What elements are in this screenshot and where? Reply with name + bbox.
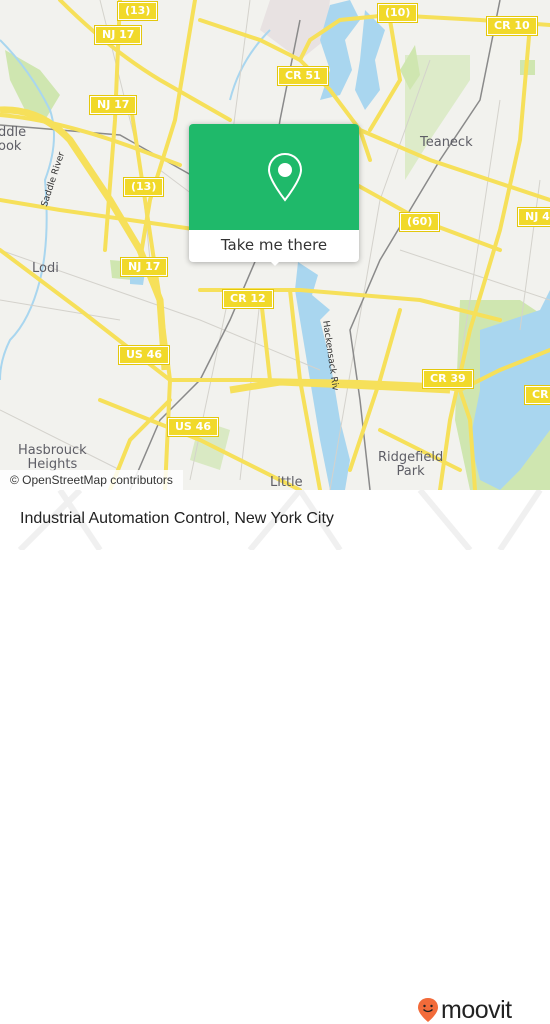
moovit-wordmark: moovit — [441, 996, 512, 1024]
road-shield-cr1: CR 1 — [523, 385, 550, 405]
moovit-face-icon — [418, 998, 438, 1022]
place-label-hasbrouck-heights: Hasbrouck Heights — [18, 443, 87, 472]
place-label-saddle-brook: ddle ook — [0, 125, 27, 154]
road-shield-cr39: CR 39 — [422, 369, 474, 389]
map[interactable]: (13) (10) CR 10 NJ 17 NJ 17 CR 51 (13) (… — [0, 0, 550, 490]
road-shield-cr10: CR 10 — [486, 16, 538, 36]
place-label-lodi: Lodi — [32, 261, 59, 276]
location-popup: Take me there — [189, 124, 359, 266]
location-title: Industrial Automation Control, New York … — [20, 510, 334, 527]
popup-header — [189, 124, 359, 230]
road-shield-13: (13) — [116, 1, 159, 21]
footer: Industrial Automation Control, New York … — [0, 490, 550, 1023]
road-shield-us46: US 46 — [167, 417, 219, 437]
map-attribution[interactable]: © OpenStreetMap contributors — [0, 470, 183, 490]
road-shield-cr51: CR 51 — [277, 66, 329, 86]
road-shield-cr12: CR 12 — [222, 289, 274, 309]
road-shield-nj17: NJ 17 — [119, 257, 169, 277]
road-shield-nj17: NJ 17 — [88, 95, 138, 115]
industrial-area — [260, 0, 330, 60]
road-shield-us46: US 46 — [118, 345, 170, 365]
map-pin-icon — [267, 152, 303, 202]
road-shield-nj4: NJ 4 — [517, 207, 550, 227]
place-label-ridgefield-park: Ridgefield Park — [378, 450, 444, 479]
moovit-logo[interactable]: moovit — [417, 997, 512, 1023]
road-shield-13: (13) — [122, 177, 165, 197]
road-shield-60: (60) — [398, 212, 441, 232]
popup-pointer — [267, 258, 283, 266]
place-label-little-ferry: Little — [270, 475, 303, 490]
place-label-teaneck: Teaneck — [420, 135, 473, 150]
road-shield-10: (10) — [376, 3, 419, 23]
road-shield-nj17: NJ 17 — [93, 25, 143, 45]
